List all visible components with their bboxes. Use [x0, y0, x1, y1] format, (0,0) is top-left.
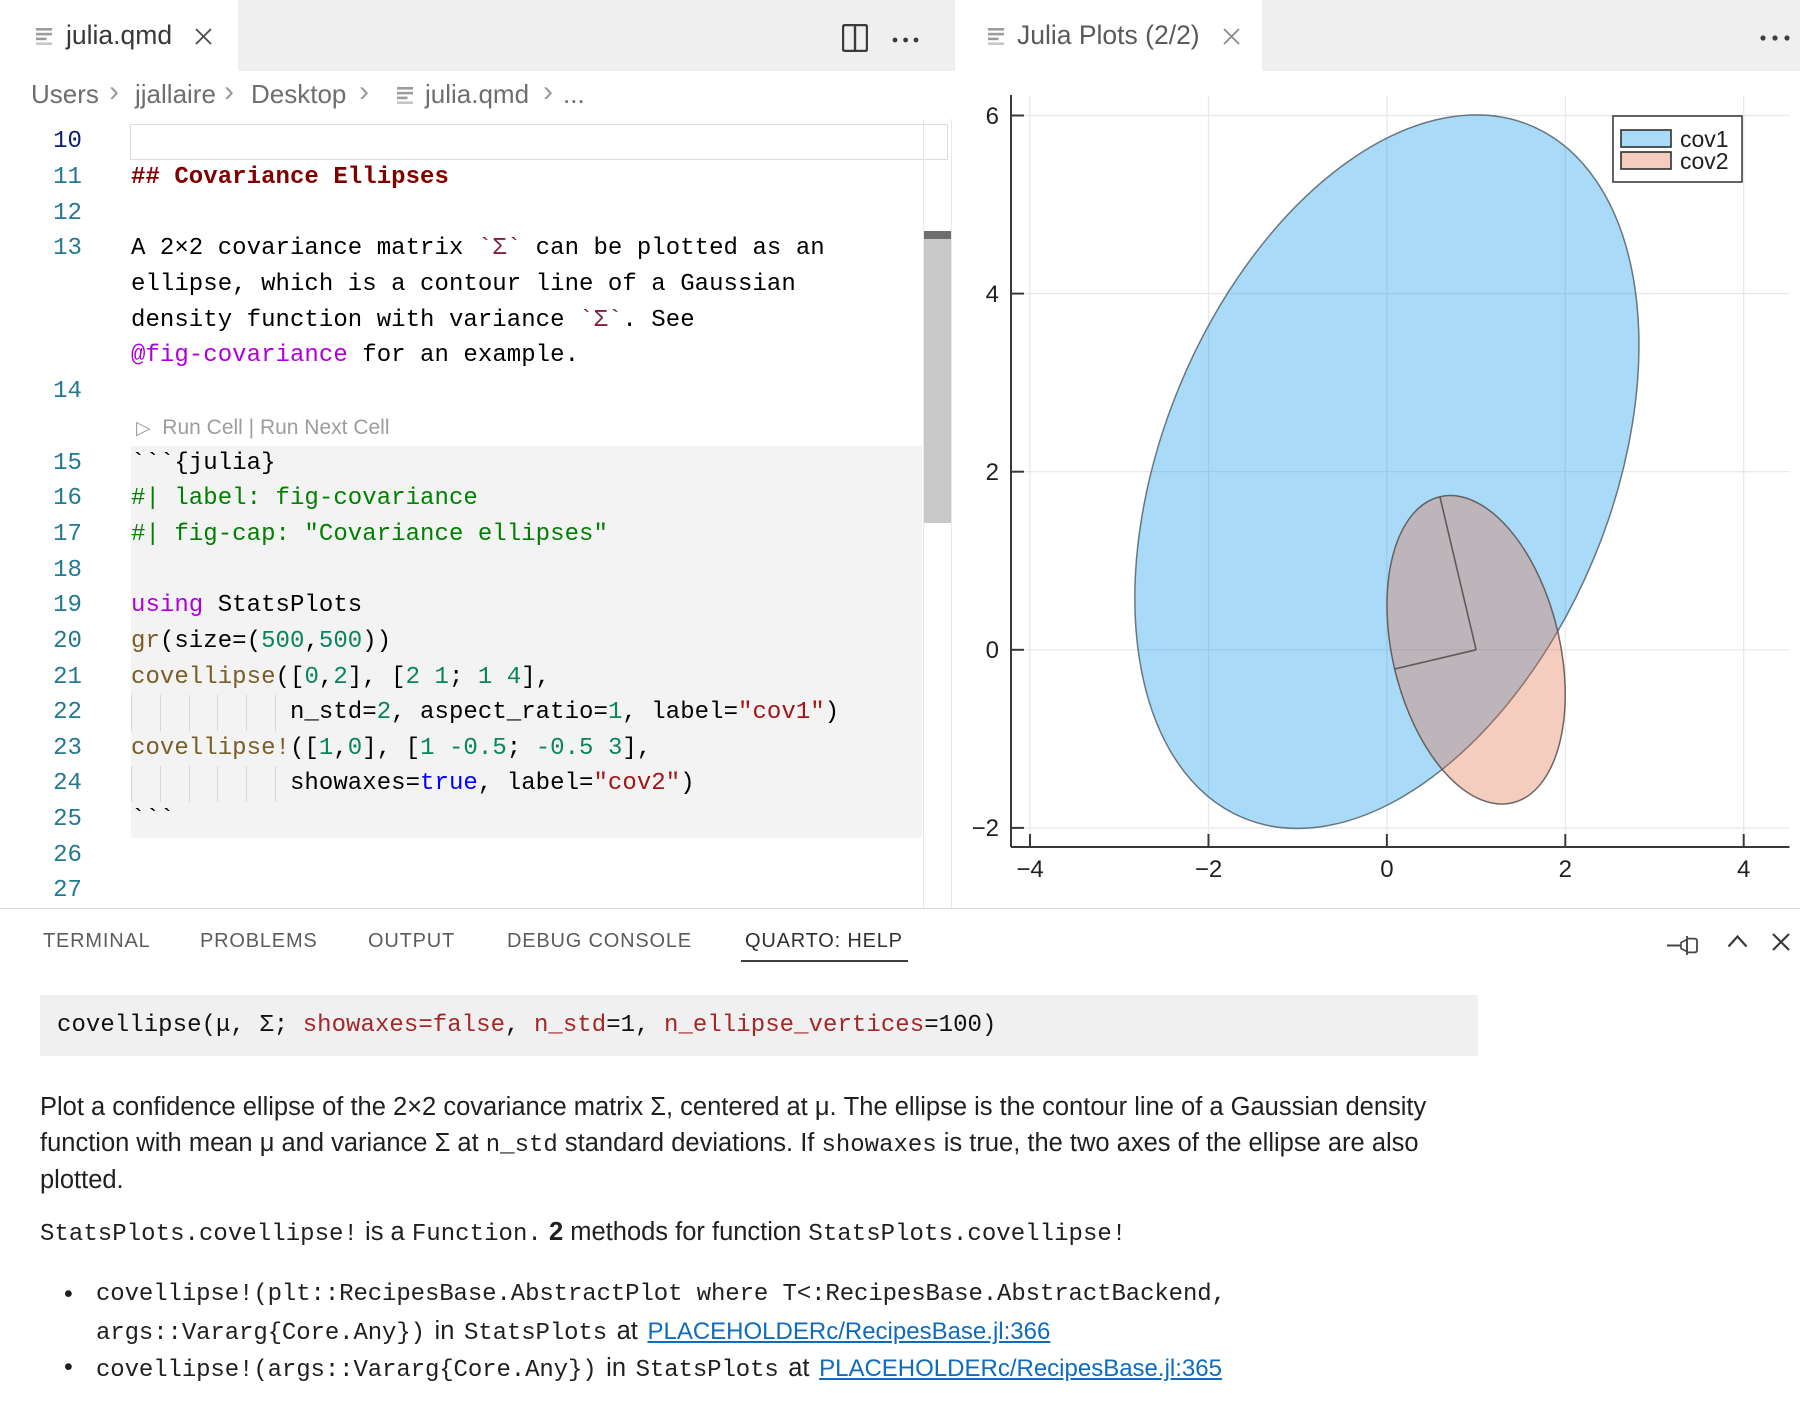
svg-text:cov2: cov2: [1680, 148, 1729, 174]
svg-text:0: 0: [986, 637, 999, 664]
svg-text:2: 2: [1559, 856, 1572, 883]
svg-text:4: 4: [1737, 856, 1750, 883]
svg-text:2: 2: [986, 459, 999, 486]
svg-text:−4: −4: [1016, 856, 1043, 883]
svg-text:−2: −2: [972, 815, 999, 842]
svg-text:4: 4: [986, 281, 999, 308]
svg-text:0: 0: [1380, 856, 1393, 883]
svg-text:−2: −2: [1195, 856, 1222, 883]
svg-text:6: 6: [986, 103, 999, 130]
